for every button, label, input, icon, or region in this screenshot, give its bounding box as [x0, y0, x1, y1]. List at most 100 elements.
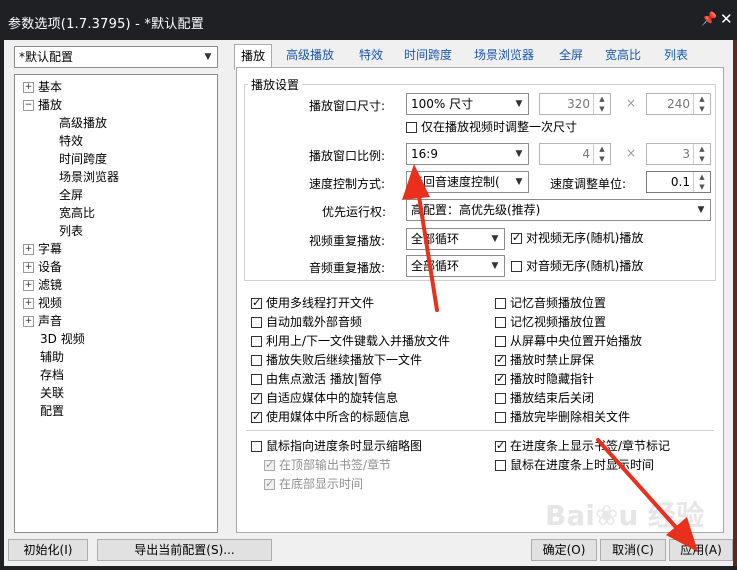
speed-mode-select[interactable]: 无回音速度控制( ▼	[406, 171, 529, 193]
audio-repeat-select[interactable]: 全部循环 ▼	[406, 255, 505, 277]
option-checkbox[interactable]: 使用媒体中所含的标题信息	[251, 410, 410, 424]
option-checkbox[interactable]: 播放结束后关闭	[495, 391, 594, 405]
ratio-height-input[interactable]: 3 ▲ ▼	[646, 143, 711, 165]
tree-item-advanced-playback[interactable]: 高级播放	[59, 114, 107, 131]
option-checkbox[interactable]: 播放失败后继续播放下一文件	[251, 353, 422, 367]
checkbox-icon[interactable]	[495, 298, 506, 309]
expand-icon[interactable]: +	[23, 316, 34, 327]
ratio-select[interactable]: 16:9 ▼	[406, 143, 529, 165]
close-icon[interactable]: ✕	[720, 10, 733, 28]
tree-item-associations[interactable]: 关联	[40, 384, 64, 401]
checkbox-checked-icon[interactable]	[251, 410, 262, 424]
tree-item-fullscreen[interactable]: 全屏	[59, 186, 83, 203]
seekbar-option-checkbox[interactable]: 鼠标在进度条上时显示时间	[495, 458, 654, 472]
tree-item-scene-browser[interactable]: 场景浏览器	[59, 168, 119, 185]
tab-fullscreen[interactable]: 全屏	[559, 46, 583, 63]
option-checkbox[interactable]: 从屏幕中央位置开始播放	[495, 334, 642, 348]
checkbox-icon[interactable]	[495, 317, 506, 328]
tree-item-playback[interactable]: − 播放	[23, 96, 62, 113]
adjust-once-checkbox[interactable]: 仅在播放视频时调整一次尺寸	[406, 120, 577, 134]
expand-icon[interactable]: +	[23, 298, 34, 309]
expand-icon[interactable]: +	[23, 244, 34, 255]
init-button[interactable]: 初始化(I)	[8, 539, 88, 561]
tree-item-devices[interactable]: + 设备	[23, 258, 62, 275]
tab-advanced-playback[interactable]: 高级播放	[286, 46, 334, 63]
cancel-button[interactable]: 取消(C)	[600, 539, 666, 561]
option-checkbox[interactable]: 利用上/下一文件键载入并播放文件	[251, 334, 450, 348]
collapse-icon[interactable]: −	[23, 100, 34, 111]
spin-icon[interactable]: ▲ ▼	[693, 144, 710, 164]
tab-aspect-ratio[interactable]: 宽高比	[605, 46, 641, 63]
expand-icon[interactable]: +	[23, 82, 34, 93]
checkbox-checked-icon[interactable]	[495, 372, 506, 386]
video-repeat-select[interactable]: 全部循环 ▼	[406, 228, 505, 250]
ratio-width-input[interactable]: 4 ▲ ▼	[539, 143, 611, 165]
checkbox-icon[interactable]	[251, 317, 262, 328]
checkbox-icon[interactable]	[251, 374, 262, 385]
option-checkbox[interactable]: 自适应媒体中的旋转信息	[251, 391, 398, 405]
video-shuffle-checkbox[interactable]: 对视频无序(随机)播放	[511, 231, 643, 245]
checkbox-checked-icon[interactable]	[495, 439, 506, 453]
profile-select[interactable]: *默认配置 ▼	[14, 46, 218, 68]
spin-icon[interactable]: ▲ ▼	[693, 94, 710, 114]
tree-item-3d-video[interactable]: 3D 视频	[40, 330, 85, 347]
tree-item-accessibility[interactable]: 辅助	[40, 348, 64, 365]
spin-icon[interactable]: ▲ ▼	[593, 144, 610, 164]
option-checkbox[interactable]: 由焦点激活 播放|暂停	[251, 372, 382, 386]
window-height-input[interactable]: 240 ▲ ▼	[646, 93, 711, 115]
tree-item-effects[interactable]: 特效	[59, 132, 83, 149]
option-checkbox[interactable]: 播放时禁止屏保	[495, 353, 594, 367]
tree-item-basic[interactable]: + 基本	[23, 78, 62, 95]
seekbar-option-checkbox[interactable]: 在进度条上显示书签/章节标记	[495, 439, 670, 453]
tab-list[interactable]: 列表	[664, 46, 688, 63]
seekbar-option-checkbox[interactable]: 鼠标指向进度条时显示缩略图	[251, 439, 422, 453]
tree-item-timespan[interactable]: 时间跨度	[59, 150, 107, 167]
checkbox-checked-icon[interactable]	[495, 353, 506, 367]
expand-icon[interactable]: +	[23, 262, 34, 273]
checkbox-icon[interactable]	[251, 441, 262, 452]
speed-unit-input[interactable]: 0.1 ▲ ▼	[646, 171, 711, 193]
export-config-button[interactable]: 导出当前配置(S)...	[97, 539, 272, 561]
settings-tree[interactable]: + 基本 − 播放 高级播放 特效 时间跨度 场景浏览器 全屏 宽高比 列表 + 字幕…	[14, 74, 218, 533]
spin-icon[interactable]: ▲ ▼	[693, 172, 710, 192]
tree-item-list[interactable]: 列表	[59, 222, 83, 239]
expand-icon[interactable]: +	[23, 280, 34, 291]
tree-item-aspect-ratio[interactable]: 宽高比	[59, 204, 95, 221]
option-checkbox[interactable]: 播放完毕删除相关文件	[495, 410, 630, 424]
spin-icon[interactable]: ▲ ▼	[593, 94, 610, 114]
priority-select[interactable]: 高配置：高优先级(推荐) ▼	[406, 199, 711, 221]
apply-button[interactable]: 应用(A)	[669, 539, 733, 561]
tree-item-subtitles[interactable]: + 字幕	[23, 240, 62, 257]
checkbox-checked-icon[interactable]	[251, 391, 262, 405]
checkbox-icon[interactable]	[495, 460, 506, 471]
window-size-select[interactable]: 100% 尺寸 ▼	[406, 93, 529, 115]
option-checkbox[interactable]: 使用多线程打开文件	[251, 296, 374, 310]
seekbar-option-checkbox[interactable]: 在顶部输出书签/章节	[264, 458, 391, 472]
checkbox-icon[interactable]	[495, 412, 506, 423]
option-checkbox[interactable]: 播放时隐藏指针	[495, 372, 594, 386]
checkbox-checked-icon[interactable]	[251, 296, 262, 310]
window-width-input[interactable]: 320 ▲ ▼	[539, 93, 611, 115]
checkbox-icon[interactable]	[251, 336, 262, 347]
tab-scene-browser[interactable]: 场景浏览器	[474, 46, 534, 63]
seekbar-option-checkbox[interactable]: 在底部显示时间	[264, 477, 363, 491]
option-checkbox[interactable]: 记忆视频播放位置	[495, 315, 606, 329]
pin-icon[interactable]: 📌	[701, 12, 717, 27]
checkbox-checked-icon[interactable]	[264, 458, 275, 472]
separator	[246, 430, 714, 431]
ok-button[interactable]: 确定(O)	[531, 539, 597, 561]
audio-shuffle-checkbox[interactable]: 对音频无序(随机)播放	[511, 259, 643, 273]
checkbox-icon[interactable]	[251, 355, 262, 366]
option-checkbox[interactable]: 自动加载外部音频	[251, 315, 362, 329]
tree-item-config[interactable]: 配置	[40, 402, 64, 419]
tab-timespan[interactable]: 时间跨度	[404, 46, 452, 63]
tree-item-filters[interactable]: + 滤镜	[23, 276, 62, 293]
option-checkbox[interactable]: 记忆音频播放位置	[495, 296, 606, 310]
tree-item-archive[interactable]: 存档	[40, 366, 64, 383]
tree-item-audio[interactable]: + 声音	[23, 312, 62, 329]
tree-item-video[interactable]: + 视频	[23, 294, 62, 311]
checkbox-icon[interactable]	[495, 336, 506, 347]
checkbox-icon[interactable]	[495, 393, 506, 404]
tab-effects[interactable]: 特效	[359, 46, 383, 63]
checkbox-checked-icon[interactable]	[264, 477, 275, 491]
